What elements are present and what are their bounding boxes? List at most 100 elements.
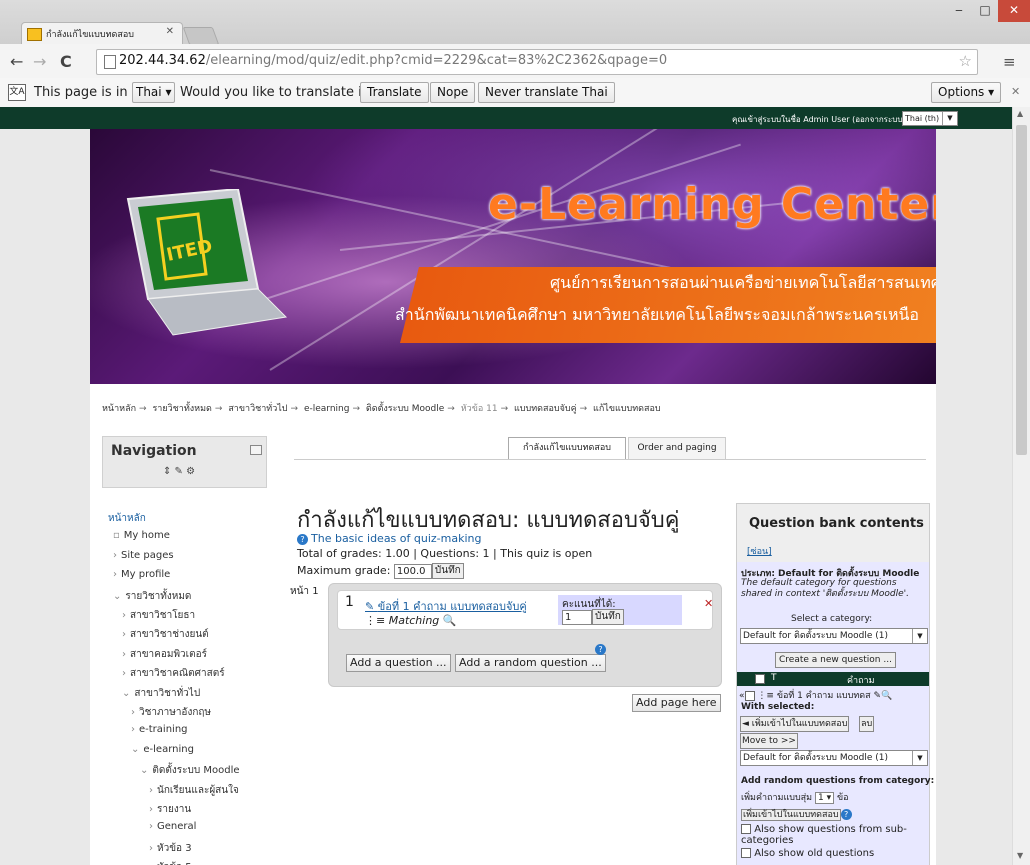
language-dropdown[interactable]: Thai ▾	[132, 82, 176, 103]
random-row: เพิ่มคำถามแบบสุ่ม 1 ▾ ข้อ	[741, 790, 849, 804]
translate-button[interactable]: Translate	[360, 82, 429, 103]
category-select[interactable]: Default for ติดตั้งระบบ Moodle (1) ▼	[740, 628, 928, 644]
breadcrumb-item[interactable]: e-learning	[304, 404, 350, 414]
category-select-value: Default for ติดตั้งระบบ Moodle (1)	[743, 631, 889, 641]
scroll-up-icon[interactable]: ▲	[1017, 109, 1023, 118]
url-path: /elearning/mod/quiz/edit.php?cmid=2229&c…	[205, 53, 668, 68]
forward-arrow-icon[interactable]: →	[33, 52, 46, 71]
matching-icon: ⋮≡	[757, 691, 774, 701]
preview-icon[interactable]: 🔍	[439, 614, 457, 627]
menu-icon[interactable]: ≡	[1003, 53, 1016, 71]
nav-item[interactable]: ›หัวข้อ 5	[149, 860, 192, 865]
scrollbar-thumb[interactable]	[1016, 125, 1027, 455]
tab-editing[interactable]: กำลังแก้ไขแบบทดสอบ	[508, 437, 626, 459]
bookmark-star-icon[interactable]: ☆	[959, 52, 972, 70]
nav-item[interactable]: › สาขาคอมพิวเตอร์	[122, 647, 207, 662]
delete-question-icon[interactable]: ✕	[704, 597, 713, 610]
translate-prefix: This page is in	[34, 85, 128, 100]
language-select[interactable]: Thai (th) ▼	[902, 111, 958, 126]
nav-item[interactable]: › สาขาวิชาช่างยนต์	[122, 627, 209, 642]
question-bank-header: Question bank contents [ซ่อน]	[737, 504, 929, 562]
nav-item[interactable]: ⌄ e-learning	[131, 744, 194, 755]
nav-expand-icon: ›	[149, 821, 153, 833]
edit-icon[interactable]: ✎	[874, 691, 882, 701]
column-question-header[interactable]: คำถาม	[847, 673, 875, 687]
tab-close-icon[interactable]: ✕	[166, 26, 174, 37]
nav-item[interactable]: › e-training	[131, 724, 188, 735]
nav-expand-icon: ▫	[113, 530, 120, 542]
back-arrow-icon[interactable]: ←	[10, 52, 23, 71]
breadcrumb-item[interactable]: สาขาวิชาทั่วไป	[228, 404, 287, 414]
nav-item[interactable]: ⌄ ติดตั้งระบบ Moodle	[140, 763, 240, 778]
nav-item[interactable]: › หัวข้อ 3	[149, 841, 192, 856]
scroll-down-icon[interactable]: ▼	[1017, 851, 1023, 860]
breadcrumb-item[interactable]: แบบทดสอบจับคู่	[514, 404, 577, 414]
collapse-block-icon[interactable]	[250, 445, 262, 455]
nav-item[interactable]: › นักเรียนและผู้สนใจ	[149, 783, 239, 798]
help-link[interactable]: ? The basic ideas of quiz-making	[297, 532, 481, 545]
preview-icon[interactable]: 🔍	[881, 691, 892, 701]
add-page-button[interactable]: Add page here	[632, 694, 721, 712]
tab-order-paging[interactable]: Order and paging	[628, 437, 726, 459]
nav-item[interactable]: › สาขาวิชาโยธา	[122, 608, 195, 623]
add-to-quiz-button[interactable]: ◄ เพิ่มเข้าไปในแบบทดสอบ	[740, 716, 850, 732]
hide-link[interactable]: [ซ่อน]	[747, 544, 772, 558]
page-scrollbar[interactable]: ▲ ▼	[1012, 107, 1030, 865]
nav-expand-icon: ›	[122, 610, 126, 621]
breadcrumb-item[interactable]: หน้าหลัก	[102, 404, 136, 414]
random-add-button[interactable]: เพิ่มเข้าไปในแบบทดสอบ	[741, 809, 841, 821]
nav-item[interactable]: › Site pages	[113, 550, 174, 561]
delete-button[interactable]: ลบ	[859, 716, 875, 732]
nav-item[interactable]: ⌄ รายวิชาทั้งหมด	[113, 589, 191, 604]
translate-close-icon[interactable]: ✕	[1011, 85, 1020, 98]
question-link[interactable]: ✎ ข้อที่ 1 คำถาม แบบทดสอบจับคู่	[365, 597, 527, 615]
help-icon[interactable]: ?	[840, 809, 852, 820]
browser-tab[interactable]: กำลังแก้ไขแบบทดสอบ ✕	[21, 22, 183, 45]
close-window-button[interactable]: ✕	[998, 0, 1030, 22]
breadcrumb-separator: →	[139, 404, 147, 414]
select-all-checkbox[interactable]	[755, 674, 765, 684]
breadcrumb-separator: →	[290, 404, 299, 414]
nav-item[interactable]: ▫ My home	[113, 530, 170, 541]
max-grade-input[interactable]: 100.0	[393, 563, 432, 579]
add-random-question-button[interactable]: Add a random question ...	[455, 654, 606, 672]
nope-button[interactable]: Nope	[430, 82, 476, 103]
new-tab-button[interactable]	[182, 27, 220, 45]
nav-item[interactable]: › วิชาภาษาอังกฤษ	[131, 705, 211, 720]
row-checkbox[interactable]	[744, 690, 755, 701]
create-question-button[interactable]: Create a new question ...	[775, 652, 896, 668]
question-bank-block: Question bank contents [ซ่อน] ประเภท: De…	[736, 503, 934, 865]
move-category-select[interactable]: Default for ติดตั้งระบบ Moodle (1) ▼	[740, 750, 928, 766]
options-button[interactable]: Options ▾	[931, 82, 1002, 103]
also-old-checkbox[interactable]	[741, 848, 751, 858]
nav-item[interactable]: › รายงาน	[149, 802, 191, 817]
breadcrumb-item[interactable]: หัวข้อ 11	[461, 404, 498, 414]
move-to-button[interactable]: Move to >>	[740, 733, 798, 749]
save-max-grade-button[interactable]: บันทึก	[431, 563, 464, 579]
breadcrumb-item[interactable]: ติดตั้งระบบ Moodle	[366, 404, 444, 414]
mark-input[interactable]: 1	[562, 610, 592, 625]
edit-icon[interactable]: ✎	[365, 600, 378, 613]
nav-item[interactable]: หน้าหลัก	[104, 511, 146, 526]
save-mark-button[interactable]: บันทึก	[592, 609, 624, 625]
login-info[interactable]: คุณเข้าสู่ระบบในชื่อ Admin User (ออกจากร…	[732, 113, 906, 126]
random-add-row: เพิ่มเข้าไปในแบบทดสอบ?	[741, 807, 855, 821]
add-question-button[interactable]: Add a question ...	[346, 654, 451, 672]
minimize-button[interactable]: ‒	[946, 0, 972, 22]
maximize-button[interactable]: □	[972, 0, 998, 22]
column-type-header[interactable]: T	[771, 673, 777, 683]
also-sub-checkbox[interactable]	[741, 824, 751, 834]
address-bar[interactable]: 202.44.34.62/elearning/mod/quiz/edit.php…	[96, 49, 978, 75]
help-icon[interactable]: ?	[595, 644, 606, 655]
nav-item[interactable]: › General	[149, 821, 196, 832]
never-translate-button[interactable]: Never translate Thai	[478, 82, 615, 103]
block-action-icons[interactable]: ⇕ ✎ ⚙	[163, 466, 195, 477]
nav-item[interactable]: ⌄ สาขาวิชาทั่วไป	[122, 686, 200, 701]
nav-item[interactable]: › สาขาวิชาคณิตศาสตร์	[122, 666, 225, 681]
question-mark-box: คะแนนที่ได้: 1 บันทึก	[558, 595, 682, 625]
reload-icon[interactable]: C	[60, 52, 72, 71]
breadcrumb-item[interactable]: รายวิชาทั้งหมด	[152, 404, 211, 414]
page-label: หน้า 1	[290, 586, 319, 597]
nav-item[interactable]: › My profile	[113, 569, 170, 580]
random-count-select[interactable]: 1 ▾	[814, 792, 835, 804]
